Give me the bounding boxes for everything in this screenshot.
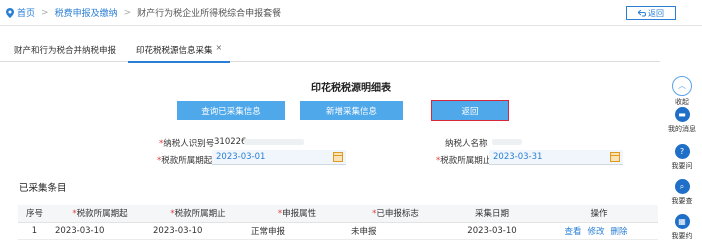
row-declared-flag: 未申报: [347, 222, 444, 240]
active-tab-indicator: [128, 61, 231, 63]
calendar-icon[interactable]: [333, 152, 343, 162]
taxpayer-id-label: *纳税人识别号: [159, 137, 214, 149]
location-pin-icon: [6, 7, 14, 18]
period-start-value: 2023-03-01: [216, 152, 266, 162]
tab-bar: 财产和行为税合并纳税申报 印花税税源信息采集 ×: [0, 38, 660, 63]
column-header-text: 已申报标志: [376, 209, 419, 220]
edit-link[interactable]: 修改: [587, 227, 604, 237]
delete-link[interactable]: 删除: [611, 227, 628, 237]
column-header: *税款所属期起: [51, 205, 149, 223]
period-start-label: *税款所属期起: [157, 154, 212, 166]
breadcrumb-current: 财产行为税企业所得税综合申报套餐: [137, 9, 282, 19]
query-collected-button[interactable]: 查询已采集信息: [177, 101, 285, 120]
row-actions: 查看 修改 删除: [540, 222, 658, 240]
view-link[interactable]: 查看: [564, 227, 581, 237]
breadcrumb-separator: >: [41, 7, 49, 18]
period-end-value: 2023-03-31: [493, 152, 543, 162]
form-title: 印花税税源明细表: [311, 83, 391, 94]
row-declaration-attribute: 正常申报: [247, 222, 347, 240]
label-text: 税款所属期止: [440, 156, 492, 166]
back-button[interactable]: 返回: [626, 6, 676, 20]
sidebar-item-messages[interactable]: ▬ 我的消息: [668, 107, 696, 134]
column-header: 序号: [18, 205, 51, 223]
taxpayer-id-value: 310226: [214, 137, 247, 147]
calendar-icon[interactable]: [610, 152, 620, 162]
column-header: 操作: [540, 205, 658, 223]
question-icon: ?: [674, 144, 690, 159]
collapse-button[interactable]: ︿ 收起: [668, 76, 696, 107]
tab-combined-declaration[interactable]: 财产和行为税合并纳税申报: [14, 38, 116, 62]
collapse-label: 收起: [675, 98, 689, 106]
row-period-start: 2023-03-10: [51, 222, 149, 240]
column-header: *税款所属期止: [149, 205, 247, 223]
sidebar-item-ask[interactable]: ? 我要问: [668, 144, 696, 171]
row-index: 1: [18, 222, 51, 240]
sidebar-item-appointment[interactable]: ▦ 我要约: [668, 214, 696, 241]
sidebar-item-label: 我要查: [671, 197, 693, 205]
breadcrumb-tax-filing[interactable]: 税费申报及缴纳: [55, 6, 118, 19]
taxpayer-name-label: 纳税人名称: [445, 139, 488, 149]
column-header-text: 税款所属期起: [76, 209, 128, 220]
period-end-input[interactable]: 2023-03-31: [489, 150, 623, 165]
tab-stamp-tax-source[interactable]: 印花税税源信息采集 ×: [128, 38, 231, 63]
return-arrow-icon: [638, 9, 646, 16]
row-period-end: 2023-03-10: [149, 222, 247, 240]
column-header: *申报属性: [247, 205, 347, 223]
collected-section-title: 已采集条目: [19, 183, 67, 194]
row-collection-date: 2023-03-10: [444, 222, 540, 240]
sidebar-item-search[interactable]: ⌕ 我要查: [668, 179, 696, 206]
table-row: 1 2023-03-10 2023-03-10 正常申报 未申报 2023-03…: [18, 222, 658, 240]
label-text: 纳税人识别号: [163, 139, 215, 149]
close-icon[interactable]: ×: [216, 43, 223, 52]
return-button[interactable]: 返回: [431, 100, 509, 121]
column-header-text: 税款所属期止: [174, 209, 226, 220]
add-collection-button[interactable]: 新增采集信息: [300, 101, 403, 120]
table-header-row: 序号 *税款所属期起 *税款所属期止 *申报属性 *已申报标志 采集日期 操作: [18, 205, 658, 223]
tab-label: 印花税税源信息采集: [136, 46, 213, 56]
breadcrumb-separator: >: [123, 7, 132, 18]
breadcrumb: 首页 > 税费申报及缴纳 > 财产行为税企业所得税综合申报套餐: [0, 0, 702, 26]
period-end-label: *税款所属期止: [436, 154, 491, 166]
calendar-icon: ▦: [674, 214, 690, 229]
back-button-label: 返回: [648, 8, 664, 18]
column-header: 采集日期: [444, 205, 540, 223]
message-icon: ▬: [674, 107, 690, 122]
redacted-text: [244, 139, 304, 145]
period-start-input[interactable]: 2023-03-01: [212, 150, 346, 165]
sidebar-item-label: 我要问: [671, 162, 693, 170]
collected-table: 序号 *税款所属期起 *税款所属期止 *申报属性 *已申报标志 采集日期 操作 …: [18, 205, 658, 240]
redacted-text: [492, 139, 522, 145]
sidebar-item-label: 我要约: [671, 232, 693, 240]
chevron-up-icon: ︿: [672, 76, 692, 96]
tab-label: 财产和行为税合并纳税申报: [14, 46, 117, 56]
label-text: 税款所属期起: [161, 156, 213, 166]
breadcrumb-home[interactable]: 首页: [17, 6, 35, 19]
column-header: *已申报标志: [347, 205, 444, 223]
search-icon: ⌕: [674, 179, 690, 194]
sidebar-item-label: 我的消息: [668, 125, 696, 133]
column-header-text: 申报属性: [282, 209, 317, 220]
